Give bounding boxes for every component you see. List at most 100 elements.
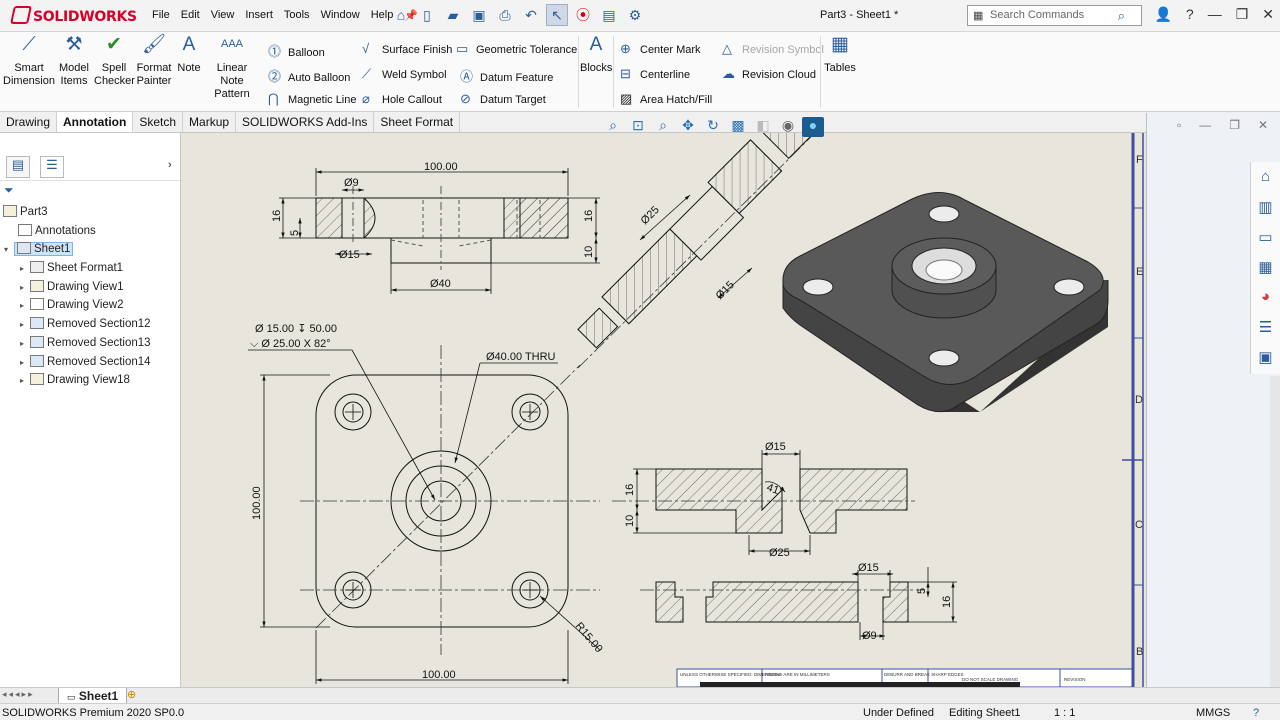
status-sheet-scale[interactable]: 1 : 1: [1054, 707, 1075, 719]
format-painter-button[interactable]: 🖌 Format Painter: [134, 35, 174, 88]
save-icon[interactable]: ▣: [468, 4, 490, 26]
tables-button[interactable]: ▦ Tables: [823, 35, 857, 75]
tree-item-drawing-view2[interactable]: ▸ Drawing View2: [0, 296, 181, 315]
sec3-dim-16[interactable]: 16: [941, 596, 953, 608]
datum-feature-button[interactable]: Ⓐ Datum Feature: [460, 66, 553, 85]
sec3-dim-phi15[interactable]: Ø15: [858, 562, 879, 574]
datum-target-button[interactable]: ⊘ Datum Target: [460, 91, 546, 107]
dim-100-top[interactable]: 100.00: [424, 161, 458, 173]
dim-16-left[interactable]: 16: [271, 210, 283, 222]
file-explorer-icon[interactable]: ▭: [1251, 222, 1280, 252]
linear-note-pattern-button[interactable]: AAA Linear Note Pattern: [204, 38, 260, 101]
dim-5-left[interactable]: 5: [289, 230, 301, 236]
close-icon[interactable]: ✕: [1262, 6, 1274, 23]
balloon-button[interactable]: ⓵ Balloon: [268, 41, 325, 60]
options-gear-icon[interactable]: ⚙: [624, 4, 646, 26]
search-commands-input[interactable]: ▦ Search Commands ⌕: [967, 5, 1142, 26]
collapse-arrow-icon[interactable]: ▸: [20, 279, 30, 297]
open-folder-icon[interactable]: ▰: [442, 4, 464, 26]
hole-callout-button[interactable]: ⌀ Hole Callout: [362, 91, 442, 107]
appearance-sphere-icon[interactable]: ●: [802, 117, 824, 137]
drawing-sheet-canvas[interactable]: F E D C B 100.00 Ø9 16 5 16 10 Ø15 Ø40 Ø…: [181, 133, 1146, 687]
tree-item-drawing-view18[interactable]: ▸ Drawing View18: [0, 371, 181, 390]
blocks-button[interactable]: A Blocks: [580, 35, 612, 75]
appearances-icon[interactable]: ◕: [1251, 282, 1280, 312]
solidworks-resources-icon[interactable]: ⌂: [1251, 162, 1280, 192]
chevron-right-icon[interactable]: ›: [168, 159, 172, 171]
tab-solidworks-add-ins[interactable]: SOLIDWORKS Add-Ins: [236, 112, 375, 132]
new-document-icon[interactable]: ▯: [416, 4, 438, 26]
revision-cloud-button[interactable]: ☁ Revision Cloud: [722, 66, 816, 82]
smart-dimension-button[interactable]: ⟋ Smart Dimension: [3, 35, 55, 88]
sec2-dim-phi15[interactable]: Ø15: [765, 441, 786, 453]
sheet-tab-sheet1[interactable]: ▭ Sheet1: [58, 688, 128, 704]
view-palette-icon[interactable]: ▦: [1251, 252, 1280, 282]
tab-sketch[interactable]: Sketch: [133, 112, 184, 132]
menu-window[interactable]: Window: [321, 9, 360, 22]
quick-tips-icon[interactable]: ?: [1253, 707, 1259, 719]
undo-icon[interactable]: ↶: [520, 4, 542, 26]
auto-balloon-button[interactable]: ⓶ Auto Balloon: [268, 66, 350, 85]
dim-100-left[interactable]: 100.00: [251, 486, 263, 520]
tree-item-removed-section14[interactable]: ▸ Removed Section14: [0, 353, 181, 372]
tree-item-drawing-view1[interactable]: ▸ Drawing View1: [0, 278, 181, 297]
zoom-to-area-icon[interactable]: ⊡: [627, 117, 649, 137]
collapse-arrow-icon[interactable]: ▸: [20, 372, 30, 390]
expand-arrow-icon[interactable]: ▾: [4, 241, 14, 259]
user-account-icon[interactable]: 👤: [1154, 6, 1171, 23]
dim-16-right[interactable]: 16: [583, 210, 595, 222]
menu-tools[interactable]: Tools: [284, 9, 310, 22]
home-icon[interactable]: ⌂: [390, 4, 412, 26]
dim-phi15-top[interactable]: Ø15: [339, 249, 360, 261]
collapse-arrow-icon[interactable]: ▸: [20, 297, 30, 315]
tree-item-removed-section13[interactable]: ▸ Removed Section13: [0, 334, 181, 353]
dim-phi9-top[interactable]: Ø9: [344, 177, 359, 189]
sec3-dim-5[interactable]: 5: [916, 588, 928, 594]
collapse-arrow-icon[interactable]: ▸: [20, 260, 30, 278]
hole-callout-line2[interactable]: ⌵ Ø 25.00 X 82°: [250, 338, 331, 350]
zoom-in-out-icon[interactable]: ⌕: [652, 117, 674, 137]
center-mark-button[interactable]: ⊕ Center Mark: [620, 41, 701, 57]
zoom-to-fit-icon[interactable]: ⌕: [602, 117, 624, 137]
help-icon[interactable]: ?: [1186, 6, 1194, 23]
sec2-dim-10[interactable]: 10: [624, 515, 636, 527]
menu-view[interactable]: View: [211, 9, 235, 22]
area-hatch-fill-button[interactable]: ▨ Area Hatch/Fill: [620, 91, 712, 107]
feature-tree-tab-icon[interactable]: ▤: [6, 156, 30, 178]
model-items-button[interactable]: ⚒ Model Items: [56, 35, 92, 88]
section-view-icon[interactable]: ▩: [727, 117, 749, 137]
collapse-arrow-icon[interactable]: ▸: [20, 354, 30, 372]
solidworks-logo[interactable]: SOLIDWORKS: [10, 6, 137, 25]
status-unit-system[interactable]: MMGS: [1196, 707, 1230, 719]
print-icon[interactable]: ⎙: [494, 4, 516, 26]
filter-icon[interactable]: ⏷: [4, 183, 14, 198]
menu-edit[interactable]: Edit: [181, 9, 200, 22]
magnetic-line-button[interactable]: ⋂ Magnetic Line: [268, 91, 357, 107]
menu-insert[interactable]: Insert: [245, 9, 273, 22]
dim-10-right[interactable]: 10: [583, 246, 595, 258]
forum-icon[interactable]: ▣: [1251, 342, 1280, 372]
sec2-dim-16[interactable]: 16: [624, 484, 636, 496]
tile-window-icon[interactable]: ▫: [1177, 118, 1181, 132]
tree-item-sheet1[interactable]: ▾ Sheet1: [0, 240, 181, 259]
add-sheet-icon[interactable]: ⊕: [127, 688, 136, 701]
file-properties-icon[interactable]: ▤: [598, 4, 620, 26]
design-library-icon[interactable]: ▥: [1251, 192, 1280, 222]
hide-show-items-icon[interactable]: ◉: [777, 117, 799, 137]
tab-markup[interactable]: Markup: [183, 112, 237, 132]
tab-annotation[interactable]: Annotation: [57, 112, 134, 132]
menu-file[interactable]: File: [152, 9, 170, 22]
sec3-dim-phi9[interactable]: Ø9: [862, 630, 877, 642]
display-style-icon[interactable]: ◧: [752, 117, 774, 137]
vertical-scrollbar[interactable]: [1270, 376, 1280, 687]
weld-symbol-button[interactable]: ⟋ Weld Symbol: [362, 66, 447, 82]
sec2-dim-phi25[interactable]: Ø25: [769, 547, 790, 559]
tree-item-annotations[interactable]: Annotations: [0, 222, 181, 241]
spell-checker-button[interactable]: ✔ Spell Checker: [94, 35, 135, 88]
search-icon[interactable]: ⌕: [1118, 8, 1125, 24]
select-cursor-icon[interactable]: ↖: [546, 4, 568, 26]
dim-phi40-thru[interactable]: Ø40.00 THRU: [486, 351, 556, 363]
property-manager-tab-icon[interactable]: ☰: [40, 156, 64, 178]
tree-item-part3[interactable]: Part3: [0, 203, 181, 222]
collapse-arrow-icon[interactable]: ▸: [20, 316, 30, 334]
